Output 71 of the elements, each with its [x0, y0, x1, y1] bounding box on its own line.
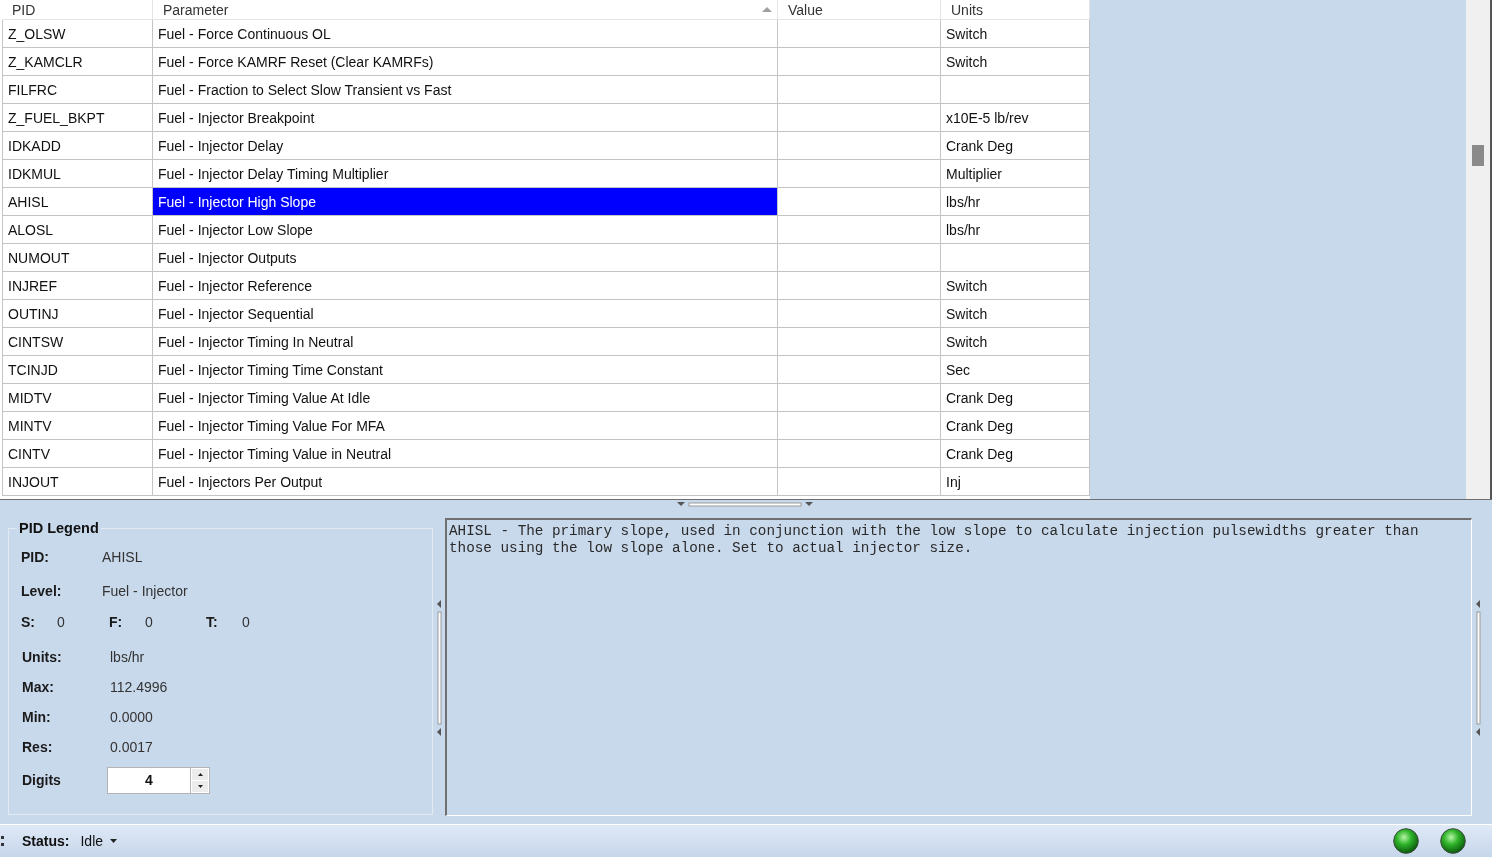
column-header[interactable]: Parameter — [153, 0, 778, 20]
column-header[interactable]: Value — [778, 0, 941, 20]
table-cell: Z_OLSW — [2, 20, 153, 48]
table-cell: Z_KAMCLR — [2, 48, 153, 76]
field-label: Units: — [22, 649, 63, 665]
vertical-scrollbar[interactable] — [1466, 0, 1492, 499]
field-label: F: — [109, 614, 124, 630]
field-label: PID: — [21, 549, 50, 565]
field-value: 0 — [145, 614, 153, 630]
table-cell: Fuel - Injector Delay — [153, 132, 778, 160]
table-cell: Fuel - Force KAMRF Reset (Clear KAMRFs) — [153, 48, 778, 76]
status-dropdown[interactable]: Idle — [78, 831, 120, 851]
table-cell: Fuel - Force Continuous OL — [153, 20, 778, 48]
field-value: Fuel - Injector — [102, 583, 188, 599]
table-cell: FILFRC — [2, 76, 153, 104]
spin-up-button[interactable] — [192, 768, 208, 780]
table-cell: CINTV — [2, 440, 153, 468]
table-cell: IDKMUL — [2, 160, 153, 188]
field-value: AHISL — [102, 549, 143, 565]
table-cell: INJREF — [2, 272, 153, 300]
field-label: T: — [206, 614, 219, 630]
table-cell: Fuel - Injector Timing Value For MFA — [153, 412, 778, 440]
caret-down-icon — [110, 839, 118, 843]
field-label: Level: — [21, 583, 63, 599]
table-cell: NUMOUT — [2, 244, 153, 272]
table-cell: Fuel - Injector Sequential — [153, 300, 778, 328]
table-cell: MINTV — [2, 412, 153, 440]
table-cell: Fuel - Injector Timing Value At Idle — [153, 384, 778, 412]
caret-up-icon — [197, 772, 203, 776]
field-value: 0 — [242, 614, 250, 630]
field-value: 0 — [57, 614, 65, 630]
status-label: Status: — [22, 833, 70, 849]
table-cell: Z_FUEL_BKPT — [2, 104, 153, 132]
table-cell: Fuel - Injector Reference — [153, 272, 778, 300]
grip-icon — [1, 836, 4, 846]
spin-down-button[interactable] — [192, 780, 208, 792]
field-label: Digits — [22, 772, 62, 788]
table-cell: ALOSL — [2, 216, 153, 244]
field-value: 0.0017 — [110, 739, 153, 755]
splitter-handle[interactable] — [675, 500, 815, 508]
table-cell: Fuel - Injectors Per Output — [153, 468, 778, 496]
field-label: S: — [21, 614, 36, 630]
table-cell: Fuel - Injector Outputs — [153, 244, 778, 272]
table-cell: TCINJD — [2, 356, 153, 384]
digits-field[interactable]: 4 — [107, 766, 190, 794]
table-cell: Fuel - Injector Timing Time Constant — [153, 356, 778, 384]
caret-down-icon — [197, 784, 203, 788]
table-cell: INJOUT — [2, 468, 153, 496]
field-value: lbs/hr — [110, 649, 145, 665]
group-title: PID Legend — [18, 520, 100, 537]
splitter-handle[interactable] — [435, 598, 443, 738]
table-cell: OUTINJ — [2, 300, 153, 328]
description-textbox[interactable]: AHISL - The primary slope, used in conjunction with the low slope to calculate injection pulsewidths greater than those using the low slope alone. Set to actual injector size. — [445, 518, 1472, 816]
field-label: Min: — [22, 709, 52, 725]
scrollbar-thumb[interactable] — [1472, 145, 1484, 166]
table-cell: Fuel - Fraction to Select Slow Transient vs Fast — [153, 76, 778, 104]
table-cell: Fuel - Injector Timing Value in Neutral — [153, 440, 778, 468]
field-value: 112.4996 — [110, 679, 168, 695]
table-cell: Fuel - Injector Low Slope — [153, 216, 778, 244]
table-cell: Fuel - Injector Timing In Neutral — [153, 328, 778, 356]
field-label: Max: — [22, 679, 55, 695]
table-cell: MIDTV — [2, 384, 153, 412]
splitter-handle[interactable] — [1474, 598, 1482, 738]
table-cell: CINTSW — [2, 328, 153, 356]
field-label: Res: — [22, 739, 54, 755]
sort-ascending-icon — [762, 7, 772, 12]
table-cell: Fuel - Injector High Slope — [153, 188, 778, 216]
column-header[interactable]: PID — [2, 0, 153, 20]
table-cell: Fuel - Injector Breakpoint — [153, 104, 778, 132]
field-value: 0.0000 — [110, 709, 153, 725]
table-cell: IDKADD — [2, 132, 153, 160]
